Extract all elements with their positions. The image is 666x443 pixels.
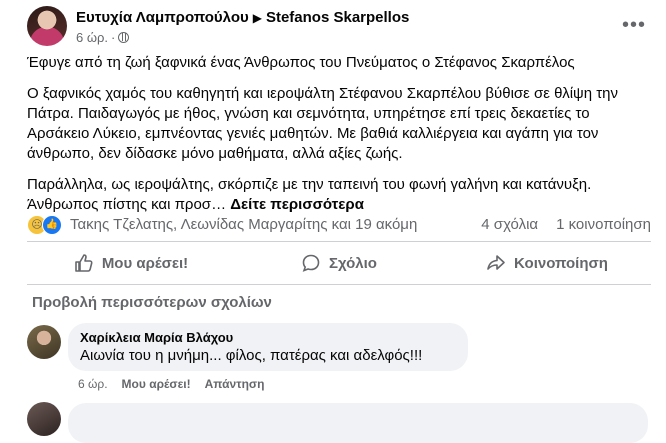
comment-bubble: Χαρίκλεια Μαρία Βλάχου Αιωνία του η μνήμ… [68,323,468,371]
view-more-comments-link[interactable]: Προβολή περισσότερων σχολίων [32,294,272,311]
post-meta: 6 ώρ. · [76,30,130,45]
commenter-name[interactable]: Χαρίκλεια Μαρία Βλάχου [80,330,456,346]
comment-bubble [68,403,648,443]
author-name[interactable]: Ευτυχία Λαμπροπούλου [76,9,249,26]
more-options-icon[interactable]: ••• [622,14,646,37]
like-button[interactable]: Μου αρέσει! [27,245,235,281]
share-icon [487,255,505,270]
post-actions: Μου αρέσει! Σχόλιο Κοινοποίηση [27,245,651,281]
commenter-avatar[interactable] [27,402,61,436]
post-paragraph: Ο ξαφνικός χαμός του καθηγητή και ιεροψά… [27,85,618,162]
comment-time[interactable]: 6 ώρ. [78,377,108,391]
post-time[interactable]: 6 ώρ. [76,30,108,45]
reaction-names[interactable]: Τακης Τζελατης, Λεωνίδας Μαργαρίτης και … [70,216,417,233]
comment-icon [302,254,320,272]
separator-dot: · [111,30,116,45]
post-body: Έφυγε από τη ζωή ξαφνικά ένας Άνθρωπος τ… [27,53,647,226]
comment-meta: 6 ώρ. Μου αρέσει! Απάντηση [78,377,278,391]
post-header: Ευτυχία Λαμπροπούλου ▶ Stefanos Skarpellos… [27,4,646,50]
arrow-right-icon: ▶ [252,11,262,25]
target-name[interactable]: Stefanos Skarpellos [266,9,409,26]
like-button-label: Μου αρέσει! [101,254,189,272]
share-button[interactable]: Κοινοποίηση [443,245,651,281]
comment-button[interactable]: Σχόλιο [235,245,443,281]
comment-reply-button[interactable]: Απάντηση [205,377,265,391]
post-paragraph: Έφυγε από τη ζωή ξαφνικά ένας Άνθρωπος τ… [27,54,575,71]
comment-button-label: Σχόλιο [329,254,377,272]
see-more-link[interactable]: Δείτε περισσότερα [230,196,364,213]
comment-item [27,398,666,443]
comment-like-button[interactable]: Μου αρέσει! [122,377,191,391]
post-paragraph: Παράλληλα, ως ιεροψάλτης, σκόρπιζε με τη… [27,175,647,215]
globe-icon [118,32,130,43]
engagement-counts: 4 σχόλια 1 κοινοποίηση [463,216,651,233]
divider [27,241,651,242]
author-avatar[interactable] [27,6,67,46]
like-icon: 👍 [42,215,62,235]
reaction-icons[interactable]: ☹ 👍 [27,215,65,235]
shares-count[interactable]: 1 κοινοποίηση [556,216,651,233]
commenter-avatar[interactable] [27,325,61,359]
post-author-line: Ευτυχία Λαμπροπούλου ▶ Stefanos Skarpellos [76,9,409,26]
share-button-label: Κοινοποίηση [514,254,608,272]
comments-count[interactable]: 4 σχόλια [481,216,538,233]
facebook-post: Ευτυχία Λαμπροπούλου ▶ Stefanos Skarpellos… [0,0,666,443]
reactions-bar: ☹ 👍 Τακης Τζελατης, Λεωνίδας Μαργαρίτης … [27,213,651,237]
thumbs-up-icon [75,254,93,272]
divider [27,284,651,285]
comment-text: Αιωνία του η μνήμη... φίλος, πατέρας και… [80,347,423,364]
